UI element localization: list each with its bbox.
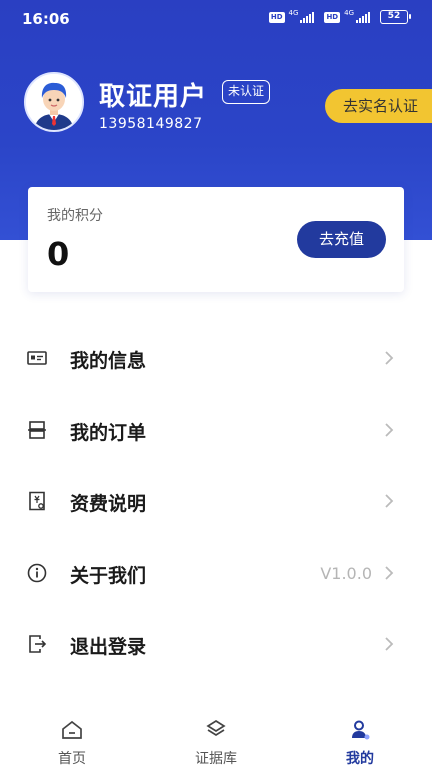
menu-item-fee-info[interactable]: 资费说明 [0,465,432,537]
bottom-tab-bar: 首页 证据库 我的 [0,715,432,768]
tab-label: 证据库 [195,751,237,767]
hd-badge: HD [324,11,341,23]
verify-identity-button[interactable]: 去实名认证 [325,89,432,123]
tab-label: 首页 [58,751,86,767]
hd-badge: HD [268,11,285,23]
points-label: 我的积分 [47,208,103,224]
network-label: 4G [344,9,354,17]
order-icon [28,420,46,439]
menu-item-my-orders[interactable]: 我的订单 [0,394,432,466]
chevron-right-icon [385,422,394,437]
id-card-icon [27,351,47,365]
status-time: 16:06 [22,10,70,28]
home-icon [62,720,82,739]
menu-item-label: 退出登录 [70,636,147,658]
signal-icon [300,11,315,23]
user-icon [352,720,370,740]
avatar[interactable] [24,72,84,132]
fee-document-icon [29,491,45,511]
avatar-illustration [26,74,82,130]
points-card: 我的积分 0 去充值 [28,187,404,292]
menu-item-logout[interactable]: 退出登录 [0,608,432,680]
info-circle-icon [27,563,47,582]
user-phone: 13958149827 [99,116,203,132]
tab-evidence-library[interactable]: 证据库 [166,715,266,768]
chevron-right-icon [385,351,394,365]
app-version: V1.0.0 [320,563,372,583]
menu-list: 我的信息 我的订单 资费说明 关于我们 V1.0.0 退出登录 [0,322,432,680]
status-icons: HD 4G HD 4G 52 [268,9,411,24]
menu-item-label: 资费说明 [70,493,147,515]
points-value: 0 [47,235,70,273]
menu-item-label: 关于我们 [70,564,147,587]
network-label: 4G [288,9,299,17]
chevron-right-icon [385,494,394,508]
tab-mine[interactable]: 我的 [310,715,410,768]
menu-item-label: 我的信息 [70,350,147,372]
signal-icon [356,11,370,23]
menu-item-label: 我的订单 [70,421,147,444]
tab-label: 我的 [346,751,374,767]
menu-item-my-info[interactable]: 我的信息 [0,322,432,394]
recharge-button[interactable]: 去充值 [297,221,386,258]
auth-status-badge: 未认证 [222,80,271,104]
chevron-right-icon [385,565,394,580]
tab-home[interactable]: 首页 [22,715,122,768]
chevron-right-icon [385,637,394,651]
user-name: 取证用户 [99,82,208,112]
menu-item-about-us[interactable]: 关于我们 V1.0.0 [0,537,432,609]
layers-icon [206,719,226,737]
battery-icon: 52 [380,10,411,24]
status-bar: 16:06 HD 4G HD 4G 52 [0,0,432,38]
logout-icon [29,635,47,653]
